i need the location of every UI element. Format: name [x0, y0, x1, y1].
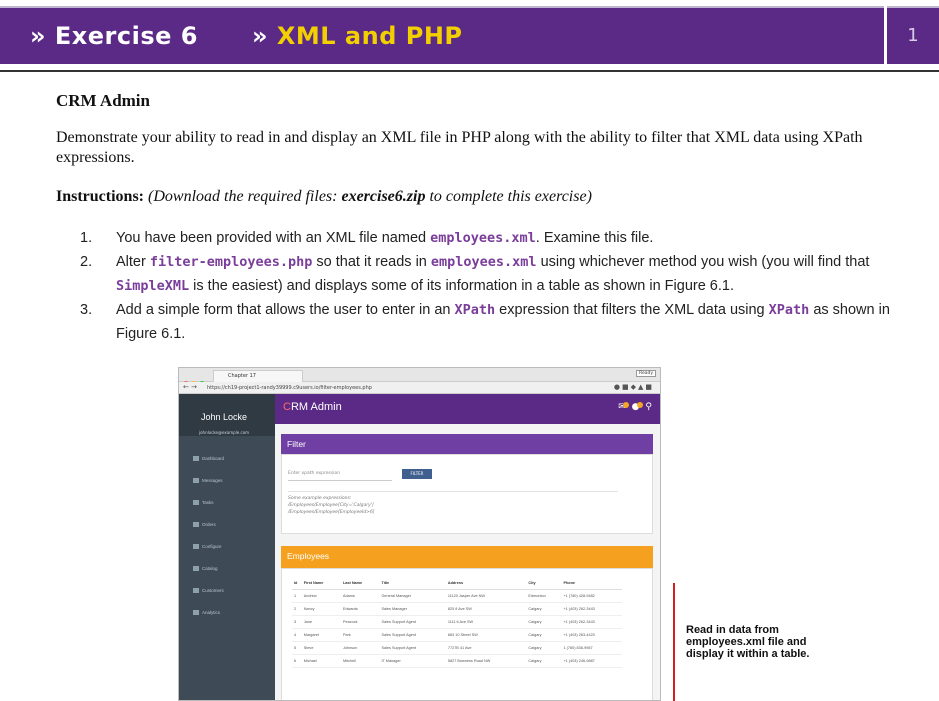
phone-icon — [193, 522, 199, 528]
sidebar-item-catalog[interactable]: Catalog — [193, 566, 218, 572]
annotation-callout: Read in data from employees.xml file and… — [686, 624, 810, 660]
dashboard-icon — [193, 456, 199, 462]
sidebar-item-messages[interactable]: Messages — [193, 478, 223, 484]
users-icon — [193, 588, 199, 594]
sidebar-item-orders[interactable]: Orders — [193, 522, 216, 528]
app-sidebar: John Locke johnlocke@example.com Dashboa… — [179, 394, 275, 700]
notification-badge — [636, 402, 643, 408]
filter-button[interactable]: FILTER — [402, 469, 432, 479]
sidebar-item-customers[interactable]: Customers — [193, 588, 224, 594]
tasks-icon — [193, 500, 199, 506]
column-header: Phone — [561, 577, 622, 590]
filter-panel-header: Filter — [281, 434, 653, 454]
xpath-input[interactable]: Enter xpath expression — [288, 471, 392, 481]
nav-arrows-icon[interactable]: ← → — [183, 383, 197, 391]
instructions: Instructions: (Download the required fil… — [56, 188, 592, 205]
step-item: 3. Add a simple form that allows the use… — [80, 302, 890, 342]
table-row: 1 Andrew Adams General Manager 11120 Jasper … — [292, 589, 622, 603]
column-header: Last Name — [340, 577, 380, 590]
description: Demonstrate your ability to read in and … — [56, 129, 863, 166]
table-row: 6 Michael Mitchell IT Manager 5827 Bowness R… — [292, 654, 622, 668]
app-brand: CRM Admin — [283, 401, 342, 413]
sidebar-item-configure[interactable]: Configure — [193, 544, 222, 550]
column-header: City — [526, 577, 562, 590]
employees-table: Id First Name Last Name Title Address Ci… — [292, 577, 622, 668]
steps-list: 1. You have been provided with an XML fi… — [80, 226, 900, 346]
filter-panel-body: Enter xpath expression FILTER Some examp… — [281, 454, 653, 534]
filter-panel-title: Filter — [287, 439, 306, 449]
topbar-icons: ✉ ● ⚲ — [618, 402, 652, 412]
sidebar-item-dashboard[interactable]: Dashboard — [193, 456, 224, 462]
column-header: Id — [292, 577, 302, 590]
step-item: 2. Alter filter-employees.php so that it… — [80, 254, 870, 294]
employees-panel-header: Employees — [281, 546, 653, 568]
notification-badge — [622, 402, 629, 408]
table-row: 4 Margaret Park Sales Support Agent 683 10 S… — [292, 628, 622, 642]
section-title: CRM Admin — [56, 91, 150, 110]
header-bar: » Exercise 6 » XML and PHP — [0, 6, 884, 64]
browser-tab[interactable]: Chapter 17 — [213, 370, 303, 382]
user-box: John Locke johnlocke@example.com — [179, 394, 275, 436]
app-topbar: CRM Admin ✉ ● ⚲ — [275, 394, 660, 424]
url-field[interactable]: https://ch19-project1-randy39999.c9users… — [207, 384, 507, 392]
chevron-icon: » — [30, 22, 47, 50]
chevron-icon: » — [252, 22, 269, 50]
table-header-row: Id First Name Last Name Title Address Ci… — [292, 577, 622, 590]
messages-icon — [193, 478, 199, 484]
search-icon[interactable]: ⚲ — [645, 402, 652, 412]
column-header: Address — [445, 577, 527, 590]
employees-panel-body: Id First Name Last Name Title Address Ci… — [281, 568, 653, 700]
gear-icon — [193, 544, 199, 550]
step-item: 1. You have been provided with an XML fi… — [80, 230, 654, 246]
exercise-title: » Exercise 6 — [30, 22, 198, 50]
user-name: John Locke — [201, 412, 248, 422]
slide-header: » Exercise 6 » XML and PHP 1 — [0, 6, 939, 66]
browser-tab-bar: Chapter 17 Ready — [179, 368, 660, 387]
extension-icons[interactable]: ●■◆▲■ — [614, 383, 654, 391]
header-divider — [0, 70, 939, 72]
sidebar-item-analytics[interactable]: Analytics — [193, 610, 220, 616]
ready-badge: Ready — [636, 370, 656, 377]
list-icon — [193, 566, 199, 572]
table-row: 3 Jane Peacock Sales Support Agent 1111 6 Av… — [292, 615, 622, 629]
address-bar: ← → https://ch19-project1-randy39999.c9u… — [179, 382, 660, 394]
employees-panel-title: Employees — [287, 551, 330, 561]
example-expressions: Some example expressions: /Employees/Emp… — [288, 496, 375, 515]
download-file-name: exercise6.zip — [341, 188, 426, 205]
divider — [288, 491, 618, 492]
annotation-line — [673, 583, 675, 701]
page-number: 1 — [887, 6, 939, 64]
user-email: johnlocke@example.com — [199, 430, 250, 435]
topic-title: » XML and PHP — [252, 22, 463, 50]
table-row: 2 Nancy Edwards Sales Manager 825 8 Ave SW Ca… — [292, 602, 622, 616]
figure-screenshot: Chapter 17 Ready ← → https://ch19-projec… — [178, 367, 661, 701]
table-row: 5 Steve Johnson Sales Support Agent 7727B 41… — [292, 641, 622, 655]
sidebar-item-tasks[interactable]: Tasks — [193, 500, 214, 506]
column-header: Title — [379, 577, 446, 590]
chart-icon — [193, 610, 199, 616]
column-header: First Name — [301, 577, 341, 590]
